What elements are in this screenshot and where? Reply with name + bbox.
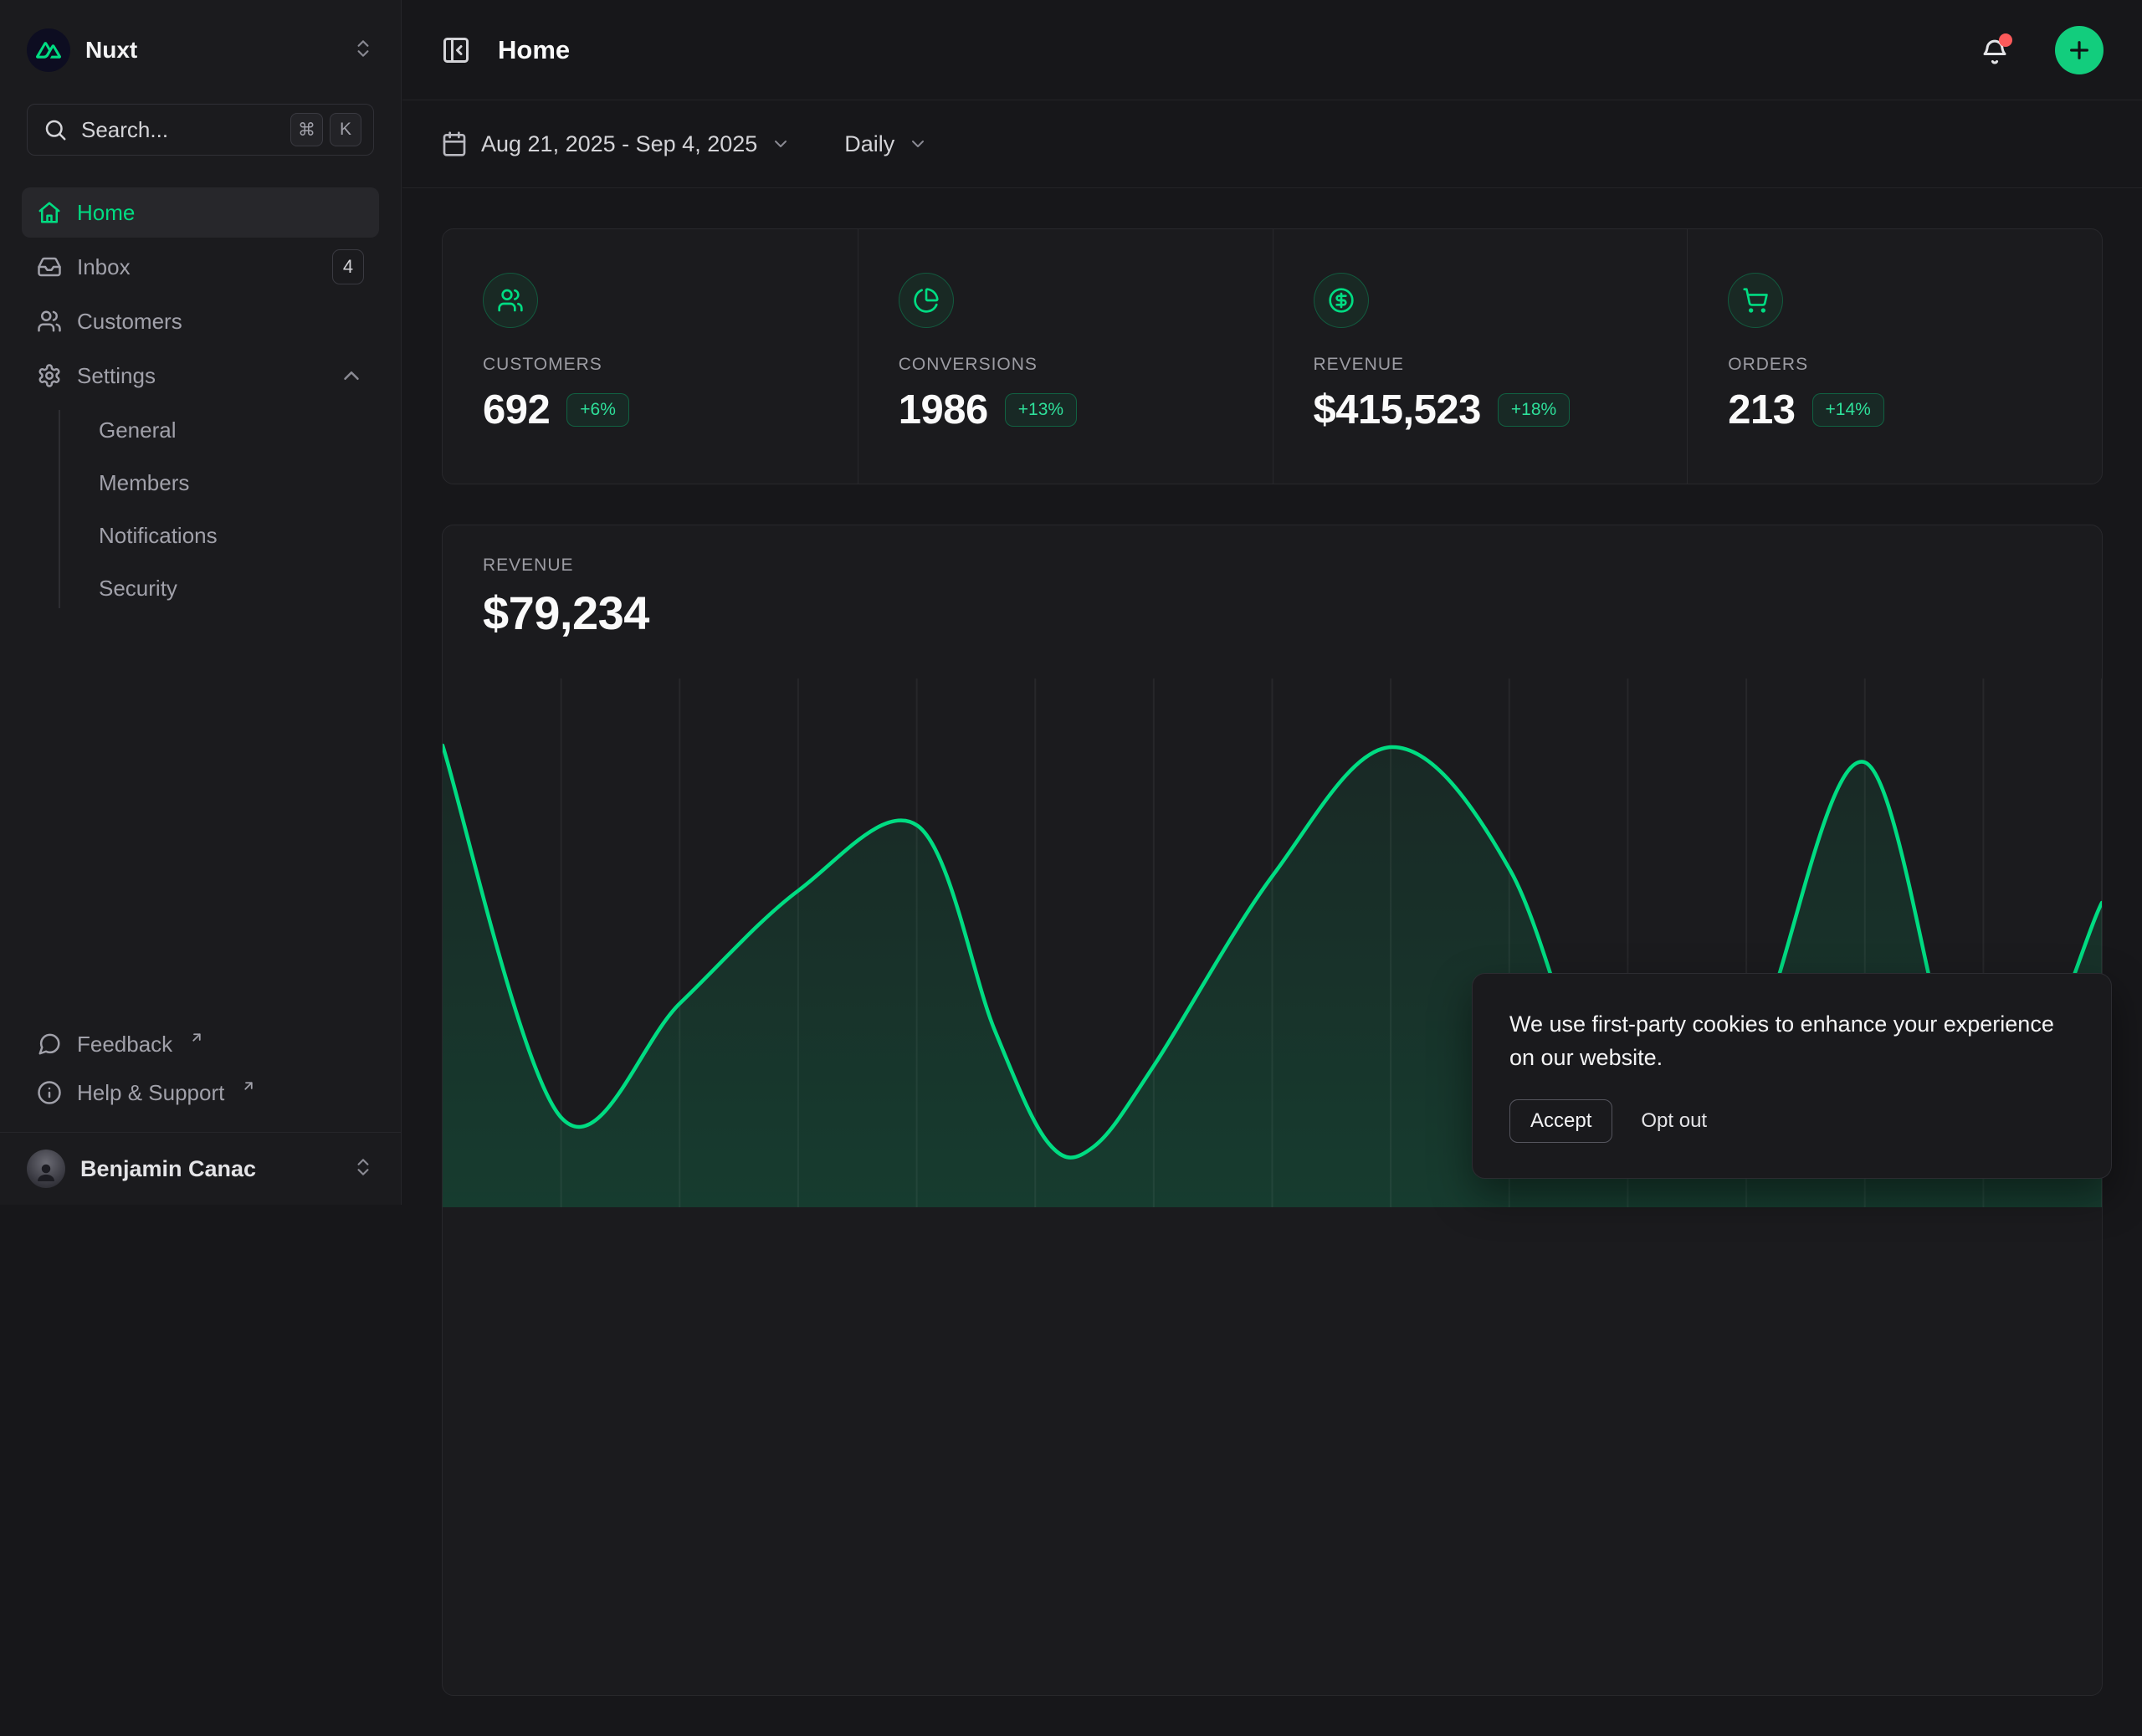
sidebar-item-members[interactable]: Members: [87, 458, 379, 508]
search-placeholder: Search...: [81, 117, 277, 143]
external-link-icon: [189, 1025, 204, 1051]
chevron-up-icon: [339, 363, 364, 388]
help-support-link[interactable]: Help & Support: [22, 1068, 379, 1117]
sidebar-item-customers[interactable]: Customers: [22, 296, 379, 346]
revenue-chart-total: $79,234: [483, 586, 2062, 640]
sidebar-item-label: Settings: [77, 363, 324, 389]
sidebar-nav: Home Inbox 4 Customers Settings General …: [22, 187, 379, 617]
sidebar-item-general[interactable]: General: [87, 405, 379, 455]
dashboard-content: Customers 692 +6% Conversions 1986 +13%: [402, 188, 2142, 1736]
page-header: Home: [402, 0, 2142, 100]
pie-chart-icon: [899, 273, 954, 328]
stat-delta-badge: +18%: [1498, 393, 1570, 427]
info-circle-icon: [37, 1080, 62, 1105]
message-bubble-icon: [37, 1032, 62, 1057]
help-support-label: Help & Support: [77, 1080, 224, 1106]
inbox-count-badge: 4: [332, 249, 364, 284]
workspace-name: Nuxt: [85, 37, 337, 64]
dollar-circle-icon: [1314, 273, 1369, 328]
sub-item-label: General: [99, 417, 177, 443]
team-switcher[interactable]: Nuxt: [0, 0, 401, 94]
users-icon: [483, 273, 538, 328]
sidebar-item-security[interactable]: Security: [87, 563, 379, 613]
sidebar-item-notifications[interactable]: Notifications: [87, 510, 379, 561]
sidebar-item-settings[interactable]: Settings: [22, 351, 379, 401]
stat-delta-badge: +6%: [566, 393, 629, 427]
add-button[interactable]: [2055, 26, 2104, 74]
stat-value: $415,523: [1314, 387, 1481, 433]
stats-panel: Customers 692 +6% Conversions 1986 +13%: [442, 228, 2103, 484]
interval-select[interactable]: Daily: [844, 131, 928, 157]
page-title: Home: [491, 35, 1960, 65]
users-icon: [37, 309, 62, 334]
shopping-cart-icon: [1728, 273, 1783, 328]
stat-value: 213: [1728, 387, 1795, 433]
sidebar-item-home[interactable]: Home: [22, 187, 379, 238]
stat-orders[interactable]: Orders 213 +14%: [1687, 229, 2102, 484]
stat-conversions[interactable]: Conversions 1986 +13%: [858, 229, 1273, 484]
filters-toolbar: Aug 21, 2025 - Sep 4, 2025 Daily: [402, 100, 2142, 188]
avatar: [27, 1150, 65, 1188]
calendar-icon: [441, 131, 468, 157]
cookie-message: We use first-party cookies to enhance yo…: [1509, 1007, 2074, 1074]
settings-subnav: General Members Notifications Security: [22, 405, 379, 613]
kbd-k: K: [330, 113, 361, 146]
feedback-label: Feedback: [77, 1032, 172, 1057]
interval-value: Daily: [844, 131, 894, 157]
stat-revenue[interactable]: Revenue $415,523 +18%: [1273, 229, 1688, 484]
search-icon: [43, 117, 68, 142]
revenue-chart-header: REVENUE $79,234: [443, 525, 2102, 679]
stat-value: 1986: [899, 387, 988, 433]
date-range-picker[interactable]: Aug 21, 2025 - Sep 4, 2025: [441, 131, 791, 157]
collapse-sidebar-button[interactable]: [441, 35, 471, 65]
cookie-actions: Accept Opt out: [1509, 1099, 2074, 1143]
sub-item-label: Security: [99, 576, 177, 602]
search-input[interactable]: Search... ⌘ K: [27, 104, 374, 156]
sub-item-label: Notifications: [99, 523, 218, 549]
sidebar: Nuxt Search... ⌘ K Home Inbox 4 Customer…: [0, 0, 402, 1205]
chevron-down-icon: [908, 134, 928, 154]
chevrons-up-down-icon: [352, 1156, 374, 1182]
user-menu[interactable]: Benjamin Canac: [0, 1132, 401, 1205]
date-range-value: Aug 21, 2025 - Sep 4, 2025: [481, 131, 757, 157]
sidebar-item-label: Inbox: [77, 254, 317, 280]
notifications-button[interactable]: [1980, 35, 2010, 65]
stat-delta-badge: +14%: [1812, 393, 1884, 427]
external-link-icon: [241, 1073, 256, 1099]
stat-customers[interactable]: Customers 692 +6%: [443, 229, 858, 484]
stat-delta-badge: +13%: [1005, 393, 1077, 427]
revenue-chart-title: REVENUE: [483, 556, 2062, 576]
panel-left-close-icon: [441, 35, 471, 65]
sidebar-item-inbox[interactable]: Inbox 4: [22, 242, 379, 292]
gear-icon: [37, 363, 62, 388]
user-name: Benjamin Canac: [80, 1156, 337, 1182]
stat-label: Orders: [1728, 355, 2062, 375]
home-icon: [37, 200, 62, 225]
search-shortcut: ⌘ K: [290, 113, 361, 146]
nuxt-logo-icon: [27, 28, 70, 72]
notification-dot: [1999, 33, 2012, 47]
opt-out-button[interactable]: Opt out: [1641, 1109, 1707, 1133]
sidebar-item-label: Home: [77, 200, 364, 226]
kbd-cmd: ⌘: [290, 113, 323, 146]
sidebar-item-label: Customers: [77, 309, 364, 335]
stat-label: Conversions: [899, 355, 1232, 375]
plus-icon: [2066, 37, 2093, 64]
stat-label: Customers: [483, 355, 817, 375]
sidebar-footer: Feedback Help & Support: [0, 1020, 401, 1132]
chevrons-up-down-icon: [352, 38, 374, 64]
feedback-link[interactable]: Feedback: [22, 1020, 379, 1068]
accept-cookies-button[interactable]: Accept: [1509, 1099, 1612, 1143]
chevron-down-icon: [771, 134, 791, 154]
stat-value: 692: [483, 387, 550, 433]
inbox-icon: [37, 254, 62, 279]
cookie-banner: We use first-party cookies to enhance yo…: [1472, 973, 2112, 1179]
stat-label: Revenue: [1314, 355, 1647, 375]
sidebar-spacer: [0, 617, 401, 1020]
sub-item-label: Members: [99, 470, 189, 496]
